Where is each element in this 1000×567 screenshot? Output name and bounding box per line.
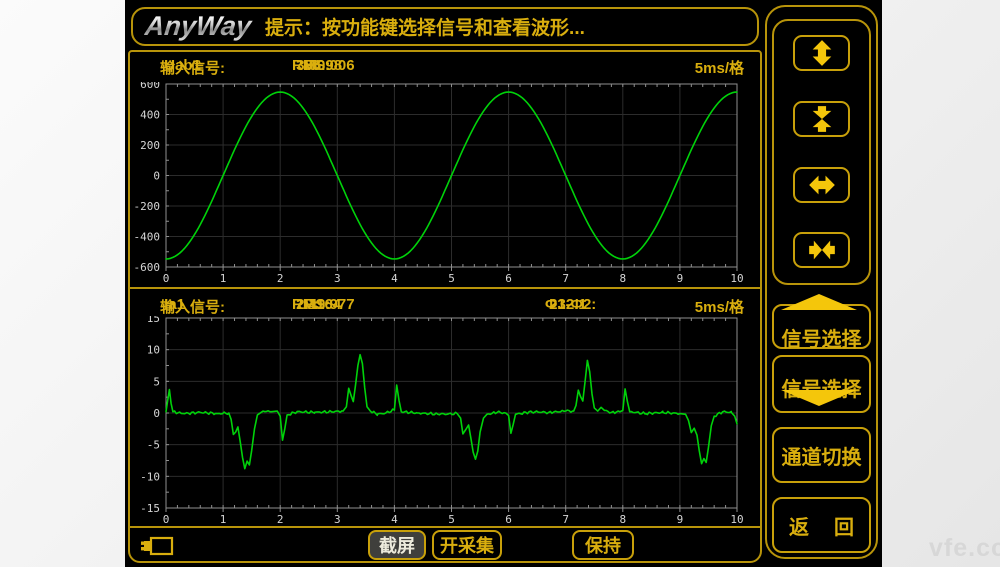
hint-text: 提示：按功能键选择信号和查看波形... xyxy=(265,13,585,40)
sidebar: 信号选择 信号选择 通道切换 返 回 xyxy=(765,5,878,559)
svg-text:400: 400 xyxy=(140,109,160,122)
device-screen: AnyWay 提示：按功能键选择信号和查看波形... 输入信号: Uab1 RM… xyxy=(125,0,882,567)
watermark: vfe.cc xyxy=(929,534,1000,563)
compress-horizontal-icon xyxy=(808,236,836,264)
hold-button[interactable]: 保持 xyxy=(572,530,634,560)
svg-text:1: 1 xyxy=(220,272,227,285)
start-acquisition-button[interactable]: 开采集 xyxy=(432,530,502,560)
svg-text:15: 15 xyxy=(147,316,160,325)
zoom-button-group xyxy=(772,19,871,285)
svg-text:9: 9 xyxy=(677,272,684,285)
svg-text:3: 3 xyxy=(334,272,341,285)
svg-text:3: 3 xyxy=(334,513,341,526)
svg-text:0: 0 xyxy=(163,272,170,285)
signal-select-up-button[interactable]: 信号选择 xyxy=(772,304,871,349)
svg-text:4: 4 xyxy=(391,513,398,526)
svg-text:10: 10 xyxy=(730,513,743,526)
panel-divider xyxy=(128,287,762,289)
return-label-left: 返 xyxy=(789,511,809,540)
return-label-right: 回 xyxy=(834,511,854,540)
battery-icon xyxy=(140,534,176,558)
channel-switch-button[interactable]: 通道切换 xyxy=(772,427,871,483)
svg-text:-600: -600 xyxy=(134,261,161,274)
svg-text:200: 200 xyxy=(140,139,160,152)
phase-value: 232.1 xyxy=(549,296,587,313)
svg-text:0: 0 xyxy=(153,170,160,183)
svg-text:-200: -200 xyxy=(134,200,161,213)
svg-text:9: 9 xyxy=(677,513,684,526)
signal-name: Uab1 xyxy=(164,57,201,74)
svg-text:-15: -15 xyxy=(140,502,160,515)
svg-text:7: 7 xyxy=(562,272,569,285)
arrow-up-icon xyxy=(781,294,857,310)
svg-text:6: 6 xyxy=(505,272,512,285)
svg-text:600: 600 xyxy=(140,82,160,91)
compress-horizontal-button[interactable] xyxy=(793,232,850,268)
expand-vertical-button[interactable] xyxy=(793,35,850,71)
svg-text:8: 8 xyxy=(619,513,626,526)
voltage-waveform-chart: -600 -400 -200 0 200 400 600 0 1 2 3 4 5 6 7 8 9 10 xyxy=(125,82,762,286)
expand-vertical-icon xyxy=(808,39,836,67)
header-bar: AnyWay 提示：按功能键选择信号和查看波形... xyxy=(131,7,759,46)
signal-name: Ia1 xyxy=(164,296,185,313)
compress-vertical-icon xyxy=(808,105,836,133)
timebase-value: 5ms/格 xyxy=(695,57,744,78)
bottom-control-bar: 截屏 开采集 保持 xyxy=(128,528,762,563)
svg-text:4: 4 xyxy=(391,272,398,285)
svg-text:1: 1 xyxy=(220,513,227,526)
svg-text:-10: -10 xyxy=(140,470,160,483)
signal-info-bar-voltage: 输入信号: Uab1 RMS: 386.98 F: 50.006 5ms/格 xyxy=(125,52,762,78)
expand-horizontal-icon xyxy=(808,171,836,199)
freq-value: 50.006 xyxy=(309,57,355,74)
svg-text:10: 10 xyxy=(730,272,743,285)
anyway-logo: AnyWay xyxy=(143,11,258,42)
svg-text:2: 2 xyxy=(277,272,284,285)
svg-text:-400: -400 xyxy=(134,231,161,244)
svg-text:5: 5 xyxy=(448,513,455,526)
svg-text:5: 5 xyxy=(448,272,455,285)
freq-value: 49.977 xyxy=(309,296,355,313)
signal-info-bar-current: 输入信号: Ia1 RMS: 2.1164 F: 49.977 Φ1-Φ2: 2… xyxy=(125,291,762,317)
svg-text:-5: -5 xyxy=(147,439,160,452)
svg-text:2: 2 xyxy=(277,513,284,526)
svg-text:6: 6 xyxy=(505,513,512,526)
return-button[interactable]: 返 回 xyxy=(772,497,871,553)
screenshot-button[interactable]: 截屏 xyxy=(368,530,426,560)
compress-vertical-button[interactable] xyxy=(793,101,850,137)
current-waveform-chart: -15 -10 -5 0 5 10 15 0 1 2 3 4 5 6 7 8 9 10 xyxy=(125,316,762,526)
svg-text:0: 0 xyxy=(163,513,170,526)
svg-text:7: 7 xyxy=(562,513,569,526)
timebase-value: 5ms/格 xyxy=(695,296,744,317)
svg-text:10: 10 xyxy=(147,344,160,357)
svg-text:8: 8 xyxy=(619,272,626,285)
svg-text:0: 0 xyxy=(153,407,160,420)
expand-horizontal-button[interactable] xyxy=(793,167,850,203)
svg-text:5: 5 xyxy=(153,375,160,388)
